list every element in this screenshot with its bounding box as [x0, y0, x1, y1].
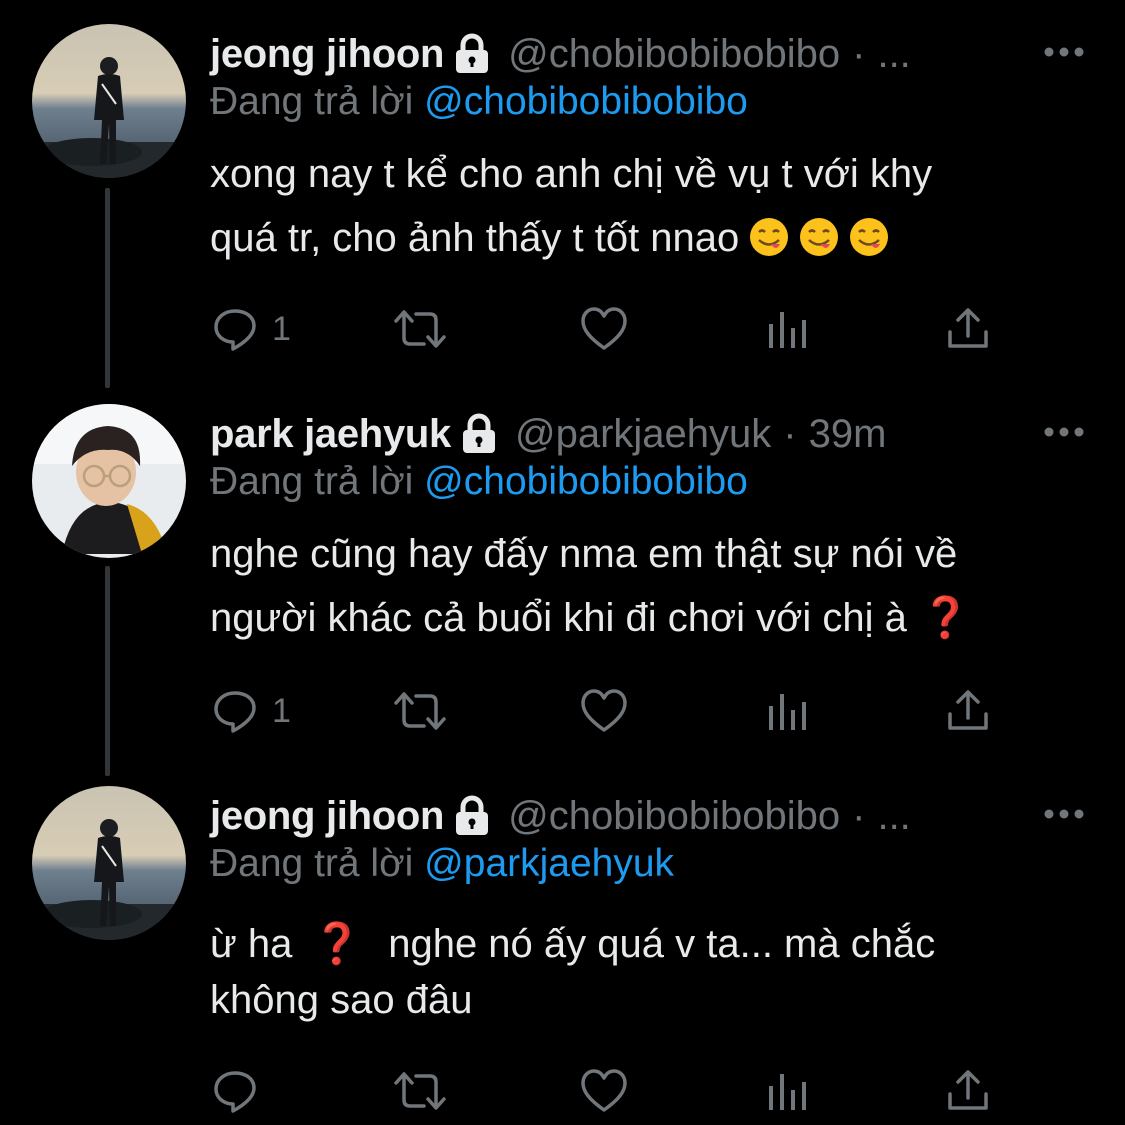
- separator-dot: ·: [783, 411, 797, 456]
- display-name[interactable]: jeong jihoon: [210, 794, 444, 839]
- timestamp[interactable]: ...: [877, 794, 910, 839]
- replying-to-label: Đang trả lời: [210, 80, 414, 123]
- reply-icon: [214, 309, 256, 351]
- tweet-text-line: xong nay t kể cho anh chị về vụ t với kh…: [210, 152, 933, 196]
- avatar-park-jaehyuk[interactable]: [32, 404, 186, 558]
- like-button[interactable]: [580, 304, 628, 354]
- reply-button[interactable]: [212, 1066, 272, 1116]
- timestamp[interactable]: ...: [877, 32, 910, 77]
- tweet-actions: 1: [212, 686, 1002, 736]
- reply-icon: [214, 691, 256, 733]
- share-button[interactable]: [946, 1066, 990, 1116]
- tweet-text-line: ừ ha ❓ nghe nó ấy quá v ta... mà chắc: [210, 916, 1080, 972]
- question-mark-icon: ❓: [312, 922, 363, 966]
- tweet-text: nghe cũng hay đấy nma em thật sự nói về …: [210, 522, 1080, 650]
- reply-button[interactable]: 1: [212, 686, 291, 736]
- tweet-text-line: quá tr, cho ảnh thấy t tốt nnao: [210, 206, 1080, 270]
- replying-to-label: Đang trả lời: [210, 842, 414, 885]
- retweet-button[interactable]: [394, 1066, 446, 1116]
- handle[interactable]: @parkjaehyuk: [515, 412, 771, 457]
- views-icon: [769, 1074, 806, 1110]
- share-icon: [948, 308, 988, 348]
- question-mark-icon: ❓: [920, 596, 971, 640]
- retweet-icon: [394, 692, 446, 730]
- replying-to-handle[interactable]: @chobibobibobibo: [424, 460, 748, 503]
- tweet-text-line-content: người khác cả buổi khi đi chơi với chị à: [210, 596, 907, 640]
- views-icon: [769, 312, 806, 348]
- thread-line-middle: [105, 566, 110, 776]
- share-icon: [948, 1070, 988, 1110]
- more-icon[interactable]: [1043, 808, 1085, 820]
- lock-icon: [462, 413, 495, 453]
- replying-to: Đang trả lời @chobibobibobibo: [210, 80, 748, 124]
- reply-button[interactable]: 1: [212, 304, 291, 354]
- display-name[interactable]: jeong jihoon: [210, 32, 444, 77]
- retweet-icon: [394, 310, 446, 348]
- display-name[interactable]: park jaehyuk: [210, 412, 451, 457]
- share-button[interactable]: [946, 304, 990, 354]
- reply-count: 1: [272, 691, 291, 730]
- tweet-text: xong nay t kể cho anh chị về vụ t với kh…: [210, 142, 1080, 270]
- share-button[interactable]: [946, 686, 990, 736]
- tweet-text-line-content: quá tr, cho ảnh thấy t tốt nnao: [210, 216, 740, 260]
- lock-icon: [456, 33, 489, 73]
- views-button[interactable]: [766, 686, 808, 736]
- more-icon[interactable]: [1043, 426, 1085, 438]
- lock-icon: [456, 795, 489, 835]
- tweet-text-line: nghe cũng hay đấy nma em thật sự nói về: [210, 532, 958, 576]
- retweet-icon: [394, 1072, 446, 1110]
- like-button[interactable]: [580, 1066, 628, 1116]
- retweet-button[interactable]: [394, 686, 446, 736]
- handle[interactable]: @chobibobibobibo: [508, 32, 840, 77]
- avatar-photo: [32, 24, 186, 178]
- reply-count: 1: [272, 309, 291, 348]
- like-icon: [581, 689, 627, 732]
- tweet-header: jeong jihoon @chobibobibobibo · ...: [210, 786, 911, 846]
- avatar-photo: [32, 786, 186, 940]
- tweet-text-part: nghe nó ấy quá v ta... mà chắc: [388, 922, 936, 966]
- handle[interactable]: @chobibobibobibo: [508, 794, 840, 839]
- face-savoring-food-icon: [850, 218, 889, 256]
- replying-to: Đang trả lời @chobibobibobibo: [210, 460, 748, 504]
- reply-icon: [214, 1071, 256, 1113]
- tweet-text-line: người khác cả buổi khi đi chơi với chị à…: [210, 586, 1080, 650]
- tweet-text: ừ ha ❓ nghe nó ấy quá v ta... mà chắc khôn…: [210, 916, 1080, 1028]
- tweet-actions: [212, 1066, 1002, 1116]
- tweet-text-part: ừ ha: [210, 922, 293, 966]
- like-icon: [581, 307, 627, 350]
- retweet-button[interactable]: [394, 304, 446, 354]
- separator-dot: ·: [852, 793, 866, 838]
- avatar-jeong-jihoon[interactable]: [32, 24, 186, 178]
- tweet-actions: 1: [212, 304, 1002, 354]
- like-icon: [581, 1069, 627, 1112]
- replying-to: Đang trả lời @parkjaehyuk: [210, 842, 674, 886]
- more-icon[interactable]: [1043, 46, 1085, 58]
- avatar-jeong-jihoon[interactable]: [32, 786, 186, 940]
- avatar-photo: [32, 404, 186, 558]
- views-icon: [769, 694, 806, 730]
- share-icon: [948, 690, 988, 730]
- face-savoring-food-icon: [800, 218, 839, 256]
- timestamp[interactable]: 39m: [809, 412, 887, 457]
- tweet-header: park jaehyuk @parkjaehyuk · 39m: [210, 404, 886, 464]
- like-button[interactable]: [580, 686, 628, 736]
- replying-to-label: Đang trả lời: [210, 460, 414, 503]
- replying-to-handle[interactable]: @chobibobibobibo: [424, 80, 748, 123]
- tweet-header: jeong jihoon @chobibobibobibo · ...: [210, 24, 911, 84]
- views-button[interactable]: [766, 1066, 808, 1116]
- separator-dot: ·: [852, 31, 866, 76]
- face-savoring-food-icon: [750, 218, 789, 256]
- thread-line-top: [105, 188, 110, 388]
- replying-to-handle[interactable]: @parkjaehyuk: [424, 842, 674, 885]
- views-button[interactable]: [766, 304, 808, 354]
- tweet-text-line: không sao đâu: [210, 978, 473, 1022]
